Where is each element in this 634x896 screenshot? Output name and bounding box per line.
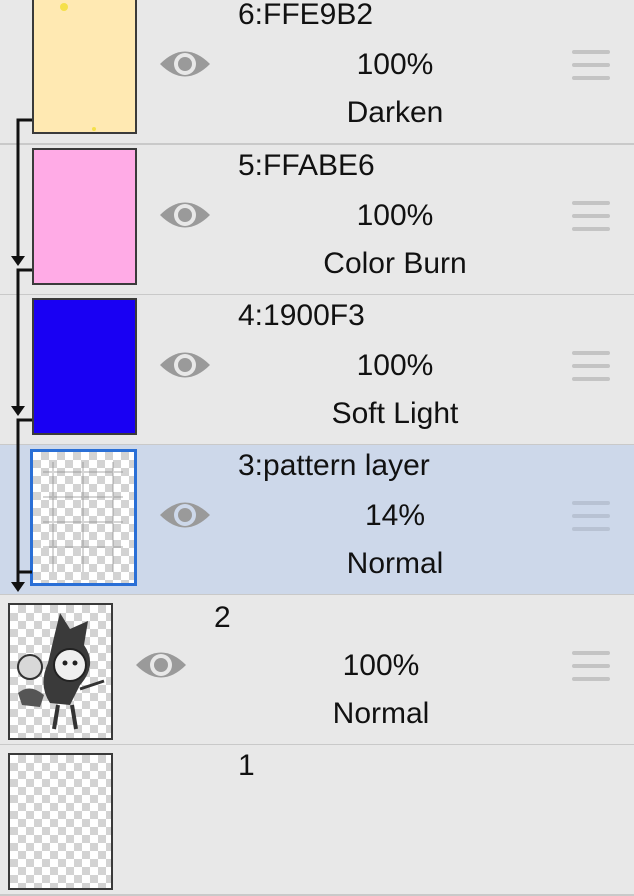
eye-icon[interactable] <box>134 648 188 682</box>
layer-row-2[interactable]: 2 100% Normal <box>0 595 634 746</box>
eye-icon[interactable] <box>158 47 212 81</box>
drag-handle-icon[interactable] <box>572 651 610 681</box>
thumbnail-pattern <box>43 462 123 572</box>
layer-thumbnail[interactable] <box>8 753 113 890</box>
layer-row-4[interactable]: 4:1900F3 100% Soft Light <box>0 295 634 446</box>
layer-thumbnail[interactable] <box>30 449 137 586</box>
layer-row-3[interactable]: 3:pattern layer 14% Normal <box>0 445 634 596</box>
eye-icon[interactable] <box>158 198 212 232</box>
layer-name: 4:1900F3 <box>238 299 365 332</box>
layer-blend-mode[interactable]: Normal <box>240 547 550 581</box>
thumbnail-art <box>60 3 96 131</box>
layer-blend-mode[interactable]: Soft Light <box>240 397 550 431</box>
layer-opacity: 100% <box>342 649 420 682</box>
layer-opacity: 14% <box>364 499 426 532</box>
layer-thumbnail[interactable] <box>8 603 113 740</box>
drag-handle-icon[interactable] <box>572 201 610 231</box>
layer-name: 6:FFE9B2 <box>238 0 374 31</box>
eye-icon[interactable] <box>158 348 212 382</box>
layer-thumbnail[interactable] <box>32 148 137 285</box>
layer-name: 2 <box>214 601 231 634</box>
layer-name: 5:FFABE6 <box>238 149 375 182</box>
layer-name: 3:pattern layer <box>238 449 430 482</box>
eye-icon[interactable] <box>158 498 212 532</box>
layer-opacity: 100% <box>356 48 434 81</box>
drag-handle-icon[interactable] <box>572 501 610 531</box>
layer-opacity: 100% <box>356 199 434 232</box>
layer-blend-mode[interactable]: Normal <box>226 697 536 731</box>
layer-row-5[interactable]: 5:FFABE6 100% Color Burn <box>0 145 634 296</box>
layer-row-6[interactable]: 6:FFE9B2 100% Darken <box>0 0 634 145</box>
layer-row-1[interactable]: 1 <box>0 745 634 896</box>
layer-name: 1 <box>238 749 255 782</box>
layer-thumbnail[interactable] <box>32 0 137 134</box>
layer-blend-mode[interactable]: Color Burn <box>240 247 550 281</box>
layer-opacity: 100% <box>356 349 434 382</box>
layer-blend-mode[interactable]: Darken <box>240 96 550 130</box>
character-art <box>17 613 105 730</box>
drag-handle-icon[interactable] <box>572 50 610 80</box>
drag-handle-icon[interactable] <box>572 351 610 381</box>
layer-thumbnail[interactable] <box>32 298 137 435</box>
